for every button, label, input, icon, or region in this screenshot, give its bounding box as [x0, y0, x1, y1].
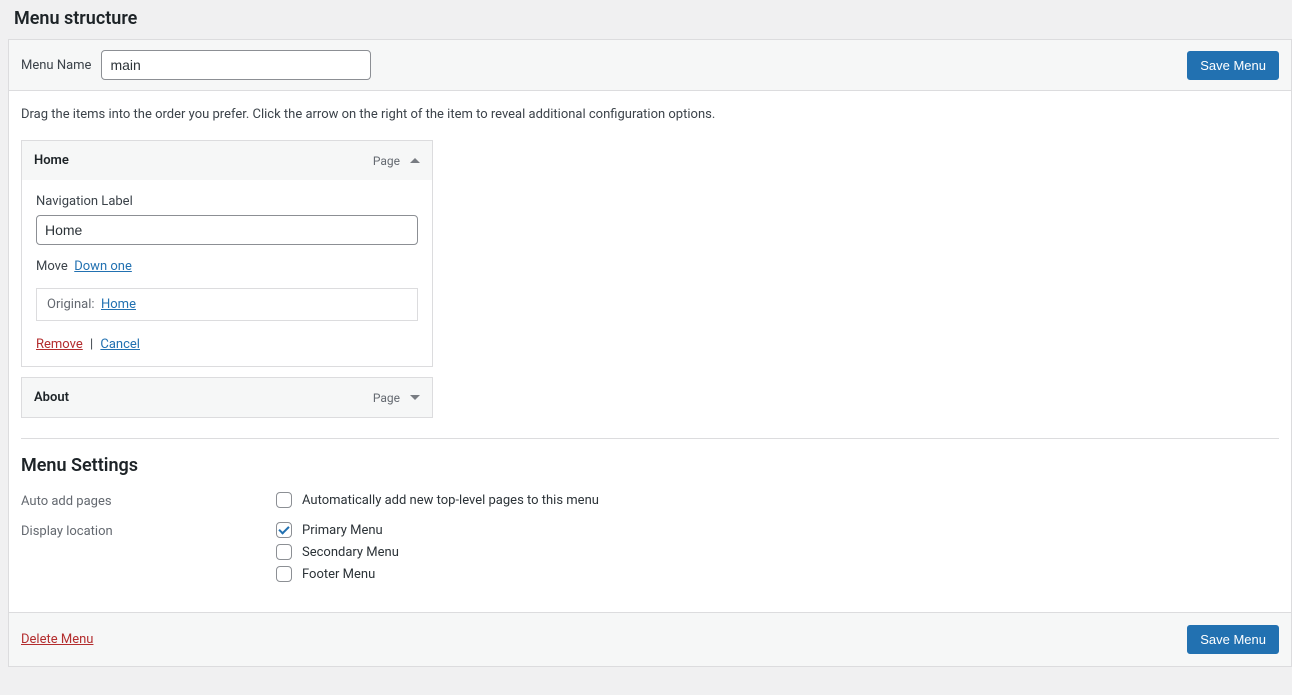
menu-item-title: Home — [34, 153, 69, 168]
location-footer-row[interactable]: Footer Menu — [276, 566, 1279, 582]
location-footer-label: Footer Menu — [302, 567, 375, 582]
navigation-label-label: Navigation Label — [36, 194, 418, 209]
location-secondary-checkbox[interactable] — [276, 544, 292, 560]
delete-menu-link[interactable]: Delete Menu — [21, 632, 93, 647]
instructions-text: Drag the items into the order you prefer… — [21, 107, 1279, 122]
auto-add-option-label: Automatically add new top-level pages to… — [302, 493, 599, 508]
original-label: Original: — [47, 297, 95, 312]
settings-divider — [21, 438, 1279, 439]
panel-footer: Delete Menu Save Menu — [9, 612, 1291, 666]
move-row: Move Down one — [36, 259, 418, 274]
menu-item-header[interactable]: Home Page — [22, 141, 432, 180]
save-menu-button-bottom[interactable]: Save Menu — [1187, 625, 1279, 654]
original-link[interactable]: Home — [101, 297, 136, 312]
section-title: Menu structure — [14, 8, 1292, 29]
cancel-link[interactable]: Cancel — [100, 337, 140, 352]
action-separator: | — [90, 337, 93, 352]
move-down-one-link[interactable]: Down one — [74, 259, 132, 274]
caret-down-icon[interactable] — [410, 395, 420, 400]
location-primary-label: Primary Menu — [302, 523, 383, 538]
location-secondary-row[interactable]: Secondary Menu — [276, 544, 1279, 560]
save-menu-button-top[interactable]: Save Menu — [1187, 51, 1279, 80]
menu-item-header[interactable]: About Page — [22, 378, 432, 417]
location-primary-checkbox[interactable] — [276, 522, 292, 538]
menu-item-title: About — [34, 390, 69, 405]
navigation-label-input[interactable] — [36, 215, 418, 245]
auto-add-label: Auto add pages — [21, 492, 276, 509]
menu-item[interactable]: Home Page Navigation Label Move Down one — [21, 140, 433, 367]
menu-item-body: Navigation Label Move Down one Original:… — [22, 180, 432, 366]
auto-add-row: Auto add pages Automatically add new top… — [21, 492, 1279, 514]
display-location-row: Display location Primary Menu Secondary … — [21, 522, 1279, 588]
panel-header: Menu Name Save Menu — [9, 40, 1291, 91]
remove-link[interactable]: Remove — [36, 337, 83, 352]
menu-items-list: Home Page Navigation Label Move Down one — [21, 140, 433, 418]
menu-item-type-label: Page — [373, 154, 400, 168]
location-footer-checkbox[interactable] — [276, 566, 292, 582]
location-secondary-label: Secondary Menu — [302, 545, 399, 560]
original-box: Original: Home — [36, 288, 418, 321]
auto-add-checkbox-row[interactable]: Automatically add new top-level pages to… — [276, 492, 1279, 508]
menu-item-type: Page — [373, 154, 420, 168]
menu-panel: Menu Name Save Menu Drag the items into … — [8, 39, 1292, 667]
move-label: Move — [36, 259, 68, 274]
menu-item-type: Page — [373, 391, 420, 405]
menu-settings-title: Menu Settings — [21, 455, 1279, 476]
caret-up-icon[interactable] — [410, 158, 420, 163]
menu-item[interactable]: About Page — [21, 377, 433, 418]
menu-name-input[interactable] — [101, 50, 371, 80]
menu-item-type-label: Page — [373, 391, 400, 405]
display-location-label: Display location — [21, 522, 276, 539]
panel-body: Drag the items into the order you prefer… — [9, 91, 1291, 612]
auto-add-checkbox[interactable] — [276, 492, 292, 508]
location-primary-row[interactable]: Primary Menu — [276, 522, 1279, 538]
menu-name-label: Menu Name — [21, 58, 91, 73]
item-action-row: Remove | Cancel — [36, 337, 418, 352]
